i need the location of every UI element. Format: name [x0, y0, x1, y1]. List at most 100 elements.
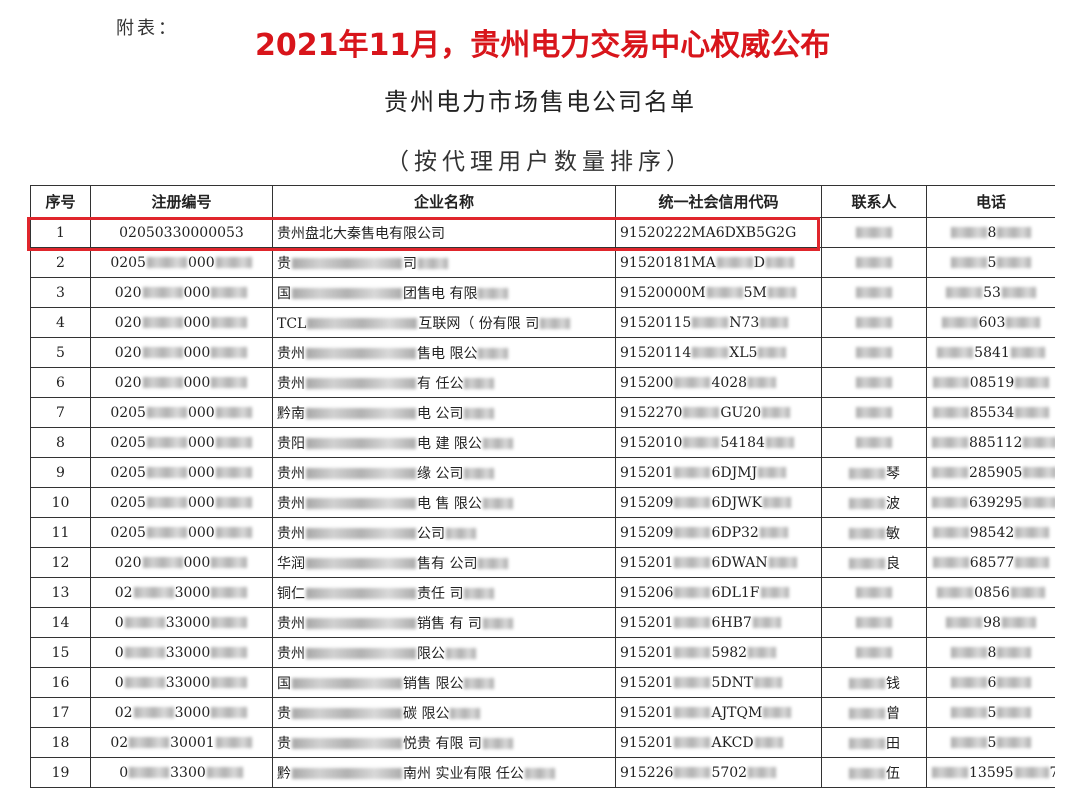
credit-tail-text: 6DL1F	[711, 585, 759, 601]
cell-index: 18	[31, 728, 91, 758]
company-text: 国	[277, 286, 291, 302]
cell-credit-code: 9152096DP32	[616, 518, 822, 548]
redacted-text	[755, 737, 783, 748]
redacted-text	[307, 318, 417, 329]
redacted-text	[147, 467, 187, 478]
reg-tail-text: 000	[184, 315, 211, 331]
cell-company-name: 贵州盘北大秦售电有限公司	[273, 218, 616, 248]
header-phone: 电话	[927, 186, 1056, 218]
credit-text: 91520181MA	[620, 255, 716, 271]
index-text: 3	[56, 285, 65, 301]
company-tail-text: 售有 公司	[417, 556, 477, 572]
credit-text: 91520222MA6DXB5G2G	[620, 225, 796, 241]
phone-text: 98	[983, 615, 1001, 631]
cell-contact: 良	[822, 548, 927, 578]
index-text: 8	[56, 435, 65, 451]
reg-text: 0205	[110, 255, 146, 271]
reg-tail-text: 000	[188, 405, 215, 421]
cell-phone: 5	[927, 248, 1056, 278]
redacted-text	[849, 768, 885, 779]
company-text: 贵州	[277, 496, 305, 512]
cell-phone: 5	[927, 698, 1056, 728]
cell-phone: 885112	[927, 428, 1056, 458]
company-text: 贵州	[277, 346, 305, 362]
credit-text: 9152010	[620, 435, 682, 451]
company-text: 贵州	[277, 646, 305, 662]
table-row: 110205000贵州公司9152096DP32敏98542	[31, 518, 1056, 548]
redacted-text	[306, 648, 416, 659]
redacted-text	[125, 677, 165, 688]
table-row: 90205000贵州缘 公司9152016DJMJ琴285905	[31, 458, 1056, 488]
company-tail-text: 互联网（ 份有限 司	[418, 316, 539, 332]
credit-tail-text: AJTQM	[711, 705, 762, 721]
redacted-text	[674, 677, 710, 688]
redacted-text	[125, 617, 165, 628]
redacted-text	[216, 737, 252, 748]
reg-text: 0205	[110, 495, 146, 511]
redacted-text	[464, 468, 494, 479]
cell-company-name: 贵州有 任公	[273, 368, 616, 398]
phone-text: 13595	[969, 765, 1014, 781]
table-row: 12020000华润售有 公司9152016DWAN良68577	[31, 548, 1056, 578]
company-tail-text: 电 售 限公	[417, 496, 482, 512]
cell-phone: 8	[927, 218, 1056, 248]
redacted-text	[1015, 767, 1049, 778]
redacted-text	[464, 678, 494, 689]
redacted-text	[932, 497, 968, 508]
header-registration-no: 注册编号	[91, 186, 273, 218]
cell-index: 13	[31, 578, 91, 608]
company-tail-text: 团售电 有限	[403, 286, 477, 302]
reg-text: 0205	[110, 465, 146, 481]
redacted-text	[856, 227, 892, 238]
redacted-text	[216, 257, 252, 268]
redacted-text	[216, 527, 252, 538]
redacted-text	[951, 257, 987, 268]
redacted-text	[306, 408, 416, 419]
index-text: 17	[52, 705, 70, 721]
redacted-text	[674, 707, 710, 718]
phone-text: 68577	[970, 555, 1015, 571]
reg-tail-text: 000	[188, 465, 215, 481]
reg-tail-text: 33000	[166, 645, 211, 661]
index-text: 12	[52, 555, 70, 571]
credit-text: 91520115	[620, 315, 691, 331]
cell-registration-no: 020000	[91, 548, 273, 578]
cell-credit-code: 9152015DNT	[616, 668, 822, 698]
table-row: 16033000国销售 限公9152015DNT钱6	[31, 668, 1056, 698]
cell-registration-no: 020000	[91, 368, 273, 398]
cell-registration-no: 0205000	[91, 518, 273, 548]
phone-text: 53	[983, 285, 1001, 301]
cell-index: 19	[31, 758, 91, 788]
credit-text: 915201	[620, 645, 673, 661]
cell-phone: 5	[927, 728, 1056, 758]
redacted-text	[211, 677, 247, 688]
cell-phone: 603	[927, 308, 1056, 338]
cell-registration-no: 033000	[91, 608, 273, 638]
credit-text: 915209	[620, 525, 673, 541]
redacted-text	[692, 347, 728, 358]
table-row: 15033000贵州限公91520159828	[31, 638, 1056, 668]
redacted-text	[768, 287, 796, 298]
index-text: 19	[52, 765, 70, 781]
redacted-text	[856, 587, 892, 598]
redacted-text	[997, 737, 1031, 748]
cell-company-name: 贵阳电 建 限公	[273, 428, 616, 458]
cell-phone: 98542	[927, 518, 1056, 548]
redacted-text	[306, 468, 416, 479]
contact-text: 敏	[886, 526, 900, 542]
redacted-text	[478, 348, 508, 359]
redacted-text	[951, 737, 987, 748]
redacted-text	[306, 528, 416, 539]
redacted-text	[292, 738, 402, 749]
cell-contact	[822, 248, 927, 278]
cell-contact: 伍	[822, 758, 927, 788]
cell-company-name: 华润售有 公司	[273, 548, 616, 578]
credit-text: 915201	[620, 735, 673, 751]
redacted-text	[211, 647, 247, 658]
company-text: 贵州	[277, 526, 305, 542]
reg-text: 02	[110, 735, 128, 751]
credit-tail-text: GU20	[720, 405, 761, 421]
redacted-text	[717, 257, 753, 268]
company-text: 贵州	[277, 466, 305, 482]
redacted-text	[540, 318, 570, 329]
